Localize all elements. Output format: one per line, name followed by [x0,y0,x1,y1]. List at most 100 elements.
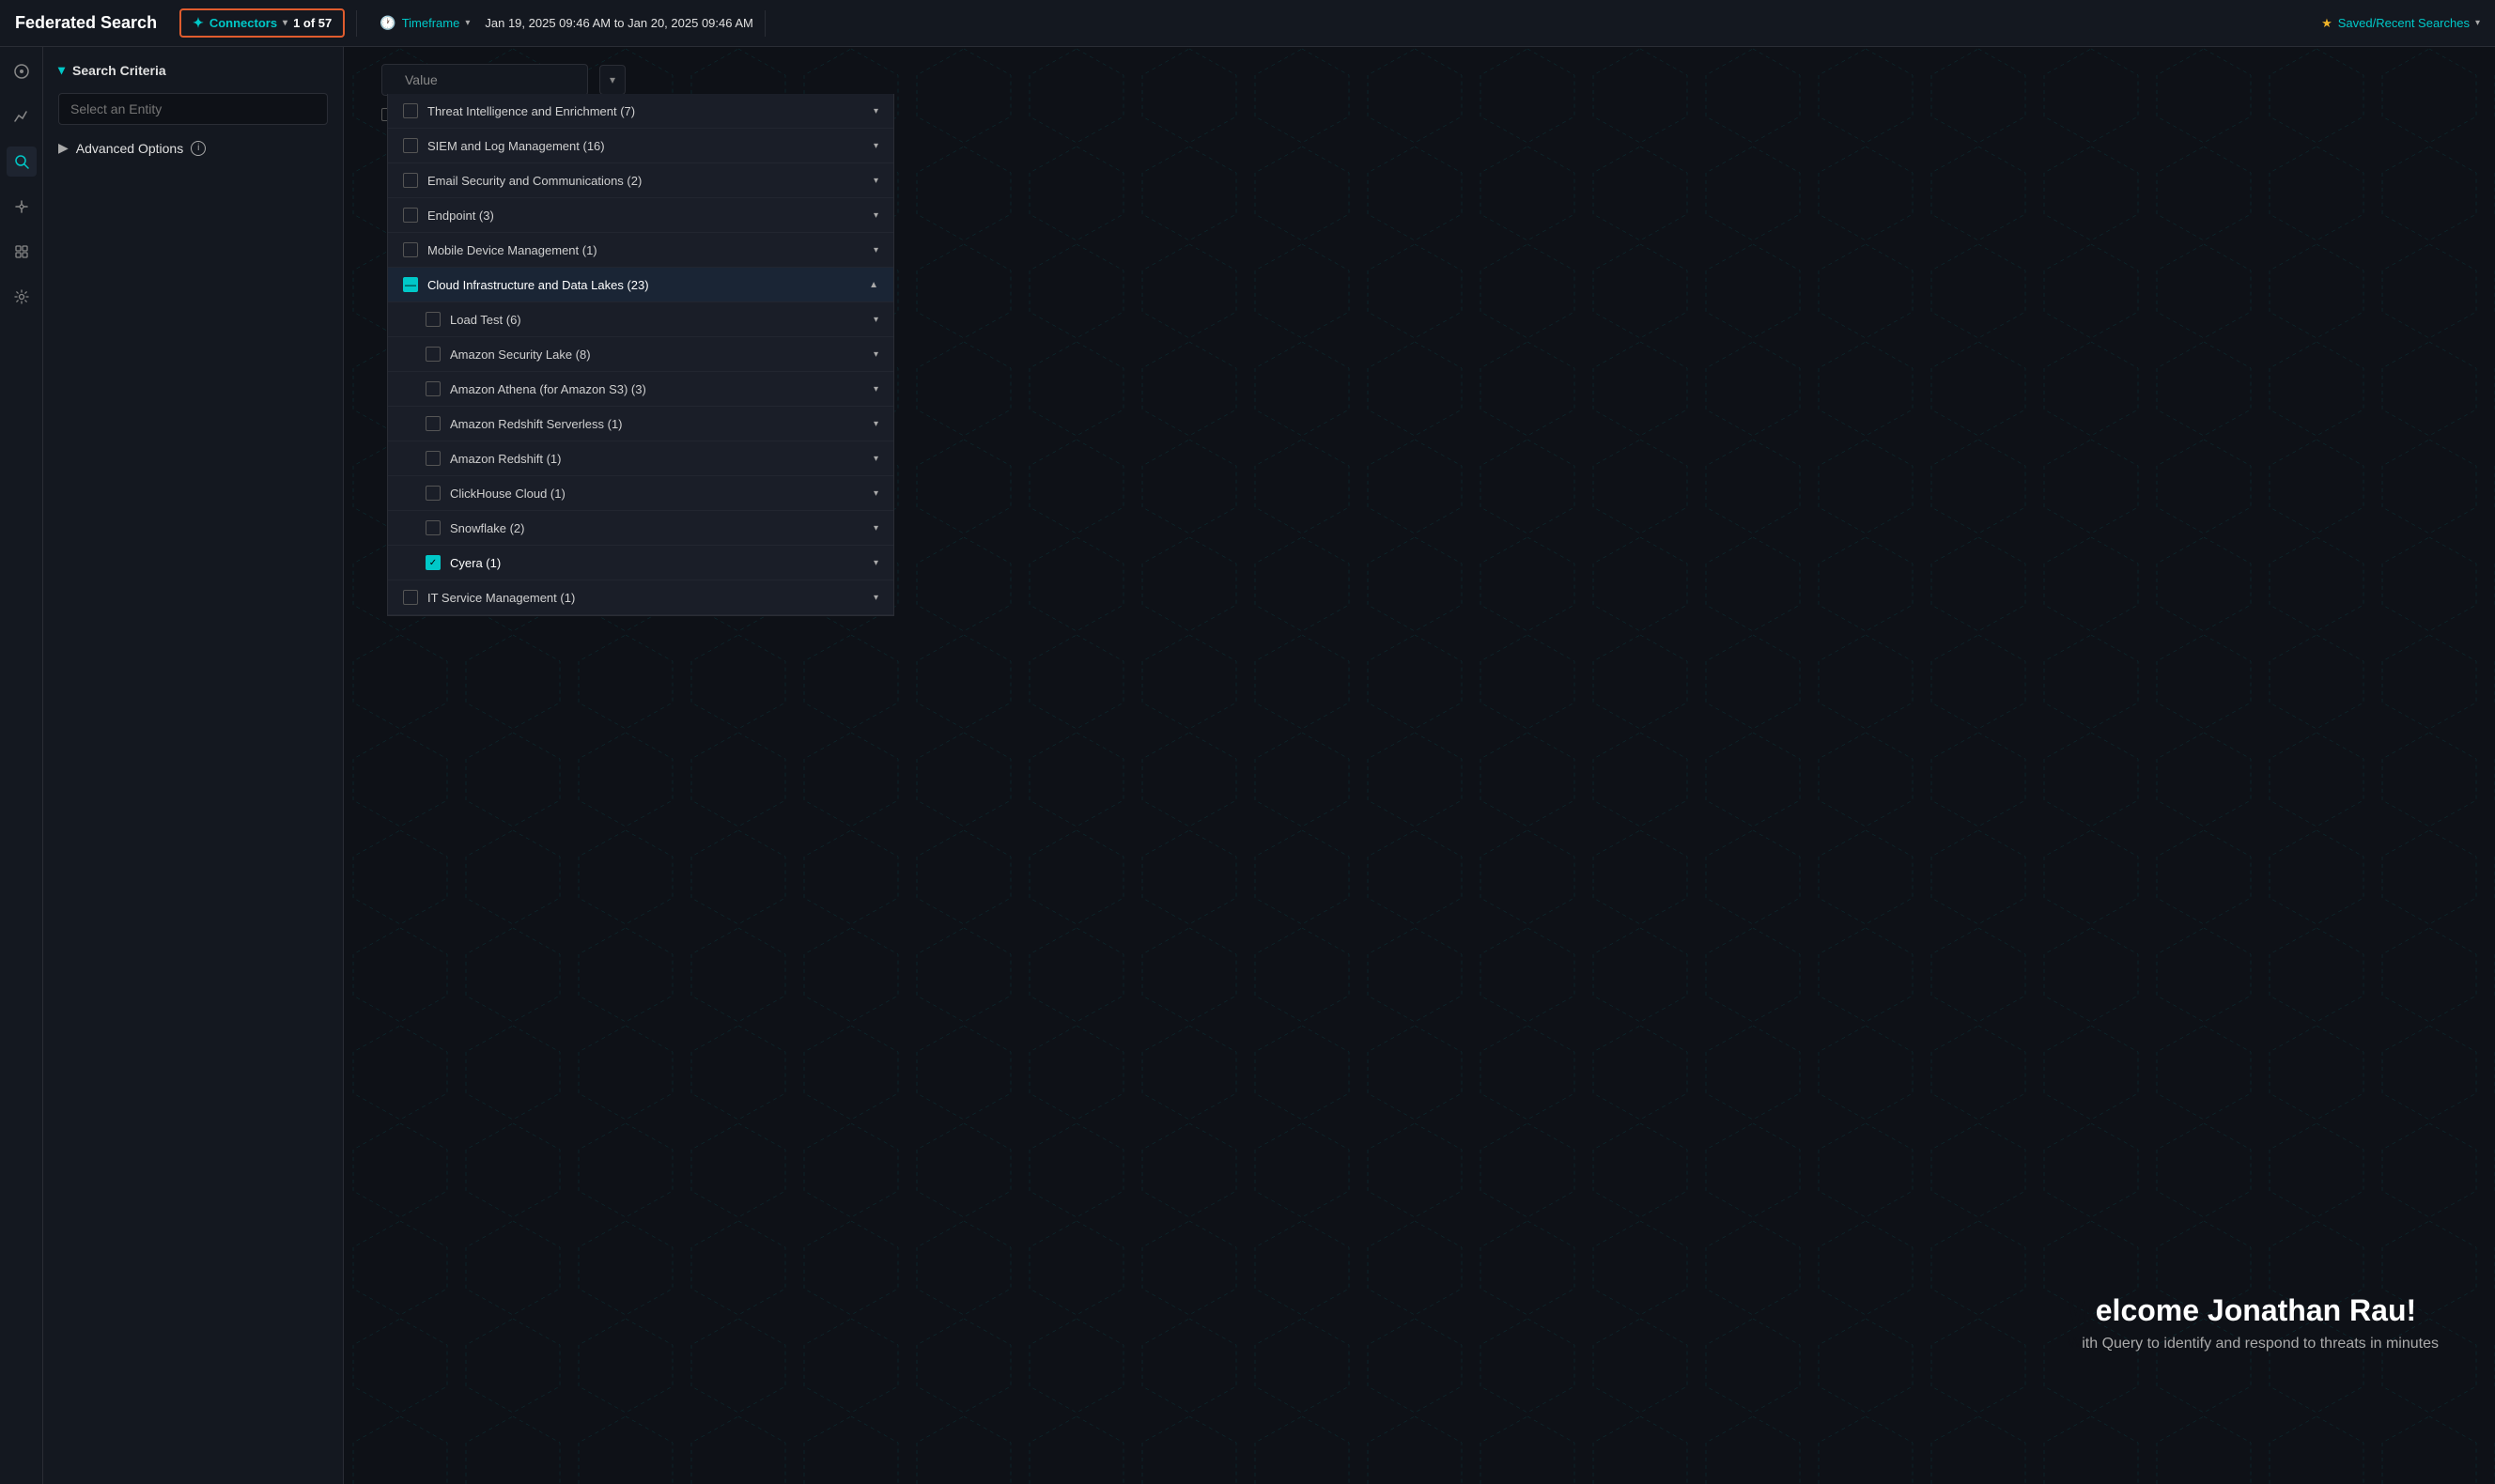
snowflake-label: Snowflake (2) [450,521,864,535]
value-input[interactable]: Value [381,64,588,96]
dropdown-item-cyera[interactable]: ✓ Cyera (1) ▾ [388,546,893,580]
amazon-sl-checkbox[interactable] [426,347,441,362]
load-test-label: Load Test (6) [450,313,864,327]
load-test-checkbox[interactable] [426,312,441,327]
welcome-section: Welcome Jonathan Rau! With Query to iden… [2068,1293,2439,1353]
main-layout: ▾ Search Criteria ▶ Advanced Options i V… [0,47,2495,1484]
endpoint-checkbox[interactable] [403,208,418,223]
top-header: Federated Search ✦ Connectors ▾ 1 of 57 … [0,0,2495,47]
app-title: Federated Search [15,13,157,33]
itsm-label: IT Service Management (1) [427,591,864,605]
time-range-text: Jan 19, 2025 09:46 AM to Jan 20, 2025 09… [485,16,753,30]
dropdown-item-load-test[interactable]: Load Test (6) ▾ [388,302,893,337]
sidebar-item-plugins[interactable] [7,237,37,267]
email-expand-icon[interactable]: ▾ [874,176,878,186]
connectors-button[interactable]: ✦ Connectors ▾ 1 of 57 [179,8,345,38]
search-criteria-label: Search Criteria [72,63,166,78]
entity-input[interactable] [58,93,328,125]
amazon-rs-serverless-checkbox[interactable] [426,416,441,431]
cyera-label: Cyera (1) [450,556,864,570]
endpoint-expand-icon[interactable]: ▾ [874,210,878,221]
cyera-expand-icon[interactable]: ▾ [874,558,878,568]
welcome-sub: With Query to identify and respond to th… [2068,1336,2439,1353]
email-checkbox[interactable] [403,173,418,188]
search-criteria-header[interactable]: ▾ Search Criteria [58,62,328,78]
sidebar-item-search[interactable] [7,147,37,177]
saved-searches-label: Saved/Recent Searches [2338,16,2470,30]
dropdown-item-amazon-rs[interactable]: Amazon Redshift (1) ▾ [388,441,893,476]
clickhouse-label: ClickHouse Cloud (1) [450,487,864,501]
sidebar-item-settings[interactable] [7,282,37,312]
email-label: Email Security and Communications (2) [427,174,864,188]
itsm-expand-icon[interactable]: ▾ [874,593,878,603]
threat-expand-icon[interactable]: ▾ [874,106,878,116]
header-divider-2 [765,10,766,37]
advanced-options-info-icon[interactable]: i [191,141,206,156]
timeframe-button[interactable]: 🕐 Timeframe ▾ [368,10,481,36]
connectors-chevron-icon: ▾ [283,18,287,28]
amazon-rs-serverless-expand-icon[interactable]: ▾ [874,419,878,429]
clickhouse-expand-icon[interactable]: ▾ [874,488,878,499]
connectors-label: Connectors [209,16,277,30]
threat-checkbox[interactable] [403,103,418,118]
header-divider-1 [356,10,357,37]
load-test-expand-icon[interactable]: ▾ [874,315,878,325]
dropdown-item-itsm[interactable]: IT Service Management (1) ▾ [388,580,893,615]
connectors-count: 1 of 57 [293,16,332,30]
snowflake-checkbox[interactable] [426,520,441,535]
star-icon: ★ [2321,16,2332,31]
welcome-heading: Welcome Jonathan Rau! [2068,1293,2439,1328]
sidebar-item-analytics[interactable] [7,101,37,131]
siem-expand-icon[interactable]: ▾ [874,141,878,151]
endpoint-label: Endpoint (3) [427,209,864,223]
connectors-icon: ✦ [193,15,204,31]
main-area: Value ▾ Case-sensitive Welcome Jonathan … [344,47,2495,1484]
value-dropdown-button[interactable]: ▾ [599,65,626,95]
advanced-options-toggle[interactable]: ▶ Advanced Options i [58,140,328,156]
advanced-options-label: Advanced Options [76,141,183,156]
sidebar-item-integrations[interactable] [7,192,37,222]
amazon-rs-expand-icon[interactable]: ▾ [874,454,878,464]
sidebar-item-home[interactable] [7,56,37,86]
clickhouse-checkbox[interactable] [426,486,441,501]
siem-checkbox[interactable] [403,138,418,153]
cyera-checkbox[interactable]: ✓ [426,555,441,570]
snowflake-expand-icon[interactable]: ▾ [874,523,878,533]
dropdown-item-clickhouse[interactable]: ClickHouse Cloud (1) ▾ [388,476,893,511]
dropdown-item-cloud[interactable]: — Cloud Infrastructure and Data Lakes (2… [388,268,893,302]
saved-searches-button[interactable]: ★ Saved/Recent Searches ▾ [2321,16,2480,31]
dropdown-item-amazon-sl[interactable]: Amazon Security Lake (8) ▾ [388,337,893,372]
connectors-dropdown[interactable]: Threat Intelligence and Enrichment (7) ▾… [387,94,894,616]
cloud-label: Cloud Infrastructure and Data Lakes (23) [427,278,860,292]
advanced-chevron-icon: ▶ [58,140,69,156]
sidebar [0,47,43,1484]
clock-icon: 🕐 [380,15,395,31]
amazon-rs-checkbox[interactable] [426,451,441,466]
mdm-label: Mobile Device Management (1) [427,243,864,257]
dropdown-item-snowflake[interactable]: Snowflake (2) ▾ [388,511,893,546]
dropdown-item-mdm[interactable]: Mobile Device Management (1) ▾ [388,233,893,268]
amazon-rs-label: Amazon Redshift (1) [450,452,864,466]
saved-chevron-icon: ▾ [2475,18,2480,28]
itsm-checkbox[interactable] [403,590,418,605]
value-row: Value ▾ [381,64,2457,96]
dropdown-item-threat[interactable]: Threat Intelligence and Enrichment (7) ▾ [388,94,893,129]
dropdown-item-amazon-rs-serverless[interactable]: Amazon Redshift Serverless (1) ▾ [388,407,893,441]
mdm-checkbox[interactable] [403,242,418,257]
cloud-expand-icon[interactable]: ▲ [869,280,878,290]
search-criteria-chevron-icon: ▾ [58,62,65,78]
amazon-sl-expand-icon[interactable]: ▾ [874,349,878,360]
dropdown-item-amazon-athena[interactable]: Amazon Athena (for Amazon S3) (3) ▾ [388,372,893,407]
timeframe-label: Timeframe [402,16,460,30]
cloud-checkbox[interactable]: — [403,277,418,292]
amazon-rs-serverless-label: Amazon Redshift Serverless (1) [450,417,864,431]
left-panel: ▾ Search Criteria ▶ Advanced Options i [43,47,344,1484]
mdm-expand-icon[interactable]: ▾ [874,245,878,255]
amazon-athena-checkbox[interactable] [426,381,441,396]
dropdown-item-email[interactable]: Email Security and Communications (2) ▾ [388,163,893,198]
amazon-sl-label: Amazon Security Lake (8) [450,348,864,362]
dropdown-item-endpoint[interactable]: Endpoint (3) ▾ [388,198,893,233]
siem-label: SIEM and Log Management (16) [427,139,864,153]
dropdown-item-siem[interactable]: SIEM and Log Management (16) ▾ [388,129,893,163]
amazon-athena-expand-icon[interactable]: ▾ [874,384,878,394]
